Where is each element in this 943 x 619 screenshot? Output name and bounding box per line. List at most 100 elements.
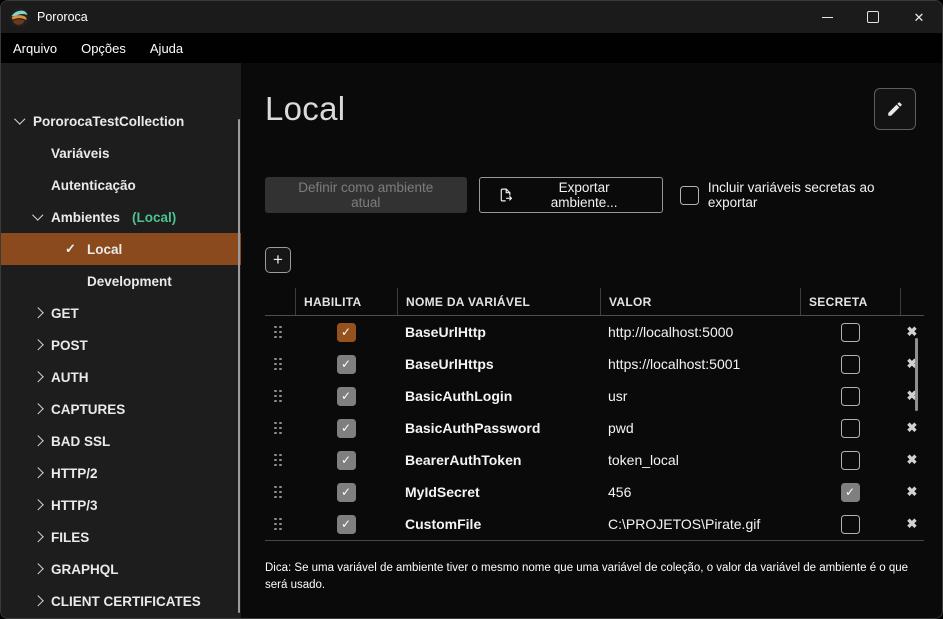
delete-cell: ✖ — [900, 452, 924, 468]
menu-opcoes[interactable]: Opções — [69, 41, 138, 56]
variables-table-header: HABILITA NOME DA VARIÁVEL VALOR SECRETA — [265, 288, 924, 316]
sidebar-tree-item[interactable]: FILES — [1, 521, 241, 553]
sidebar-tree-item[interactable]: CLIENT CERTIFICATES — [1, 585, 241, 617]
drag-handle-icon[interactable] — [274, 358, 282, 371]
maximize-button[interactable] — [850, 1, 896, 33]
variable-name[interactable]: CustomFile — [397, 516, 600, 532]
sidebar-tree-item[interactable]: POST — [1, 329, 241, 361]
sidebar-tree-item[interactable]: Development — [1, 265, 241, 297]
table-scrollbar[interactable] — [915, 338, 918, 411]
sidebar-tree: PororocaTestCollection Variáveis Autenti… — [1, 105, 241, 617]
sidebar-tree-item[interactable]: CAPTURES — [1, 393, 241, 425]
sidebar-tree-item[interactable]: HTTP/2 — [1, 457, 241, 489]
delete-row-button[interactable]: ✖ — [907, 452, 918, 468]
variable-name[interactable]: BaseUrlHttps — [397, 356, 600, 372]
include-secrets-checkbox[interactable] — [680, 186, 699, 205]
variable-value[interactable]: token_local — [600, 452, 800, 468]
col-header-valor: VALOR — [600, 288, 800, 315]
drag-handle-icon[interactable] — [274, 486, 282, 499]
drag-handle-icon[interactable] — [274, 518, 282, 531]
delete-cell: ✖ — [900, 388, 924, 404]
sidebar-tree-item[interactable]: AUTH — [1, 361, 241, 393]
tree-item-label: Development — [87, 274, 172, 289]
delete-cell: ✖ — [900, 324, 924, 340]
drag-handle-icon[interactable] — [274, 422, 282, 435]
tree-item-label: Variáveis — [51, 146, 110, 161]
chevron-right-icon — [31, 402, 47, 416]
enabled-checkbox[interactable]: ✓ — [337, 515, 356, 534]
variable-name[interactable]: MyIdSecret — [397, 484, 600, 500]
tree-item-label: PororocaTestCollection — [33, 114, 184, 129]
include-secrets-group: Incluir variáveis secretas ao exportar — [680, 180, 924, 210]
rename-environment-button[interactable] — [874, 88, 916, 130]
chevron-down-icon — [31, 210, 47, 224]
enabled-checkbox[interactable]: ✓ — [337, 323, 356, 342]
sidebar-tree-item[interactable]: HTTP/3 — [1, 489, 241, 521]
secret-checkbox[interactable]: ✓ — [841, 483, 860, 502]
tree-item-label: CAPTURES — [51, 402, 125, 417]
chevron-down-icon — [13, 114, 29, 128]
secret-checkbox[interactable] — [841, 419, 860, 438]
export-environment-button[interactable]: Exportar ambiente... — [479, 177, 663, 213]
secret-checkbox[interactable] — [841, 387, 860, 406]
secret-cell — [800, 323, 900, 342]
delete-row-button[interactable]: ✖ — [907, 484, 918, 500]
enabled-checkbox[interactable]: ✓ — [337, 387, 356, 406]
delete-row-button[interactable]: ✖ — [907, 516, 918, 532]
tree-item-label: CLIENT CERTIFICATES — [51, 594, 201, 609]
delete-row-button[interactable]: ✖ — [907, 420, 918, 436]
secret-checkbox[interactable] — [841, 451, 860, 470]
variable-name[interactable]: BasicAuthLogin — [397, 388, 600, 404]
drag-handle-icon[interactable] — [274, 390, 282, 403]
drag-cell — [265, 518, 295, 531]
sidebar-tree-item[interactable]: Autenticação — [1, 169, 241, 201]
chevron-right-icon — [31, 370, 47, 384]
tree-item-label: GRAPHQL — [51, 562, 119, 577]
minimize-icon — [822, 17, 833, 18]
sidebar-tree-item[interactable]: BAD SSL — [1, 425, 241, 457]
enabled-checkbox[interactable]: ✓ — [337, 483, 356, 502]
secret-checkbox[interactable] — [841, 355, 860, 374]
sidebar-tree-item[interactable]: ✓ Local — [1, 233, 241, 265]
set-current-environment-button[interactable]: Definir como ambiente atual — [265, 177, 467, 213]
chevron-right-icon — [31, 306, 47, 320]
enabled-checkbox[interactable]: ✓ — [337, 419, 356, 438]
enabled-checkbox[interactable]: ✓ — [337, 355, 356, 374]
variable-value[interactable]: https://localhost:5001 — [600, 356, 800, 372]
drag-handle-icon[interactable] — [274, 326, 282, 339]
minimize-button[interactable] — [804, 1, 850, 33]
sidebar-tree-item[interactable]: Variáveis — [1, 137, 241, 169]
sidebar-tree-item[interactable]: GRAPHQL — [1, 553, 241, 585]
enabled-checkbox[interactable]: ✓ — [337, 451, 356, 470]
menu-ajuda[interactable]: Ajuda — [138, 41, 195, 56]
sidebar-tree-item[interactable]: PororocaTestCollection — [1, 105, 241, 137]
add-variable-button[interactable]: + — [265, 247, 291, 273]
close-button[interactable]: ✕ — [896, 1, 942, 33]
variable-name[interactable]: BearerAuthToken — [397, 452, 600, 468]
sidebar-scrollbar[interactable] — [238, 119, 241, 613]
variable-value[interactable]: 456 — [600, 484, 800, 500]
variable-name[interactable]: BasicAuthPassword — [397, 420, 600, 436]
variable-value[interactable]: C:\PROJETOS\Pirate.gif — [600, 516, 800, 532]
variable-value[interactable]: usr — [600, 388, 800, 404]
content: PororocaTestCollection Variáveis Autenti… — [1, 63, 942, 618]
chevron-right-icon — [31, 338, 47, 352]
enabled-cell: ✓ — [295, 483, 397, 502]
table-row: ✓ MyIdSecret 456 ✓ ✖ — [265, 476, 924, 508]
sidebar-tree-item[interactable]: Ambientes (Local) — [1, 201, 241, 233]
drag-handle-icon[interactable] — [274, 454, 282, 467]
secret-checkbox[interactable] — [841, 323, 860, 342]
secret-checkbox[interactable] — [841, 515, 860, 534]
tree-item-label: BAD SSL — [51, 434, 110, 449]
variable-value[interactable]: http://localhost:5000 — [600, 324, 800, 340]
tree-item-label: GET — [51, 306, 79, 321]
tree-item-label: HTTP/2 — [51, 466, 98, 481]
sidebar-tree-item[interactable]: GET — [1, 297, 241, 329]
tree-item-label: Ambientes — [51, 210, 120, 225]
menu-arquivo[interactable]: Arquivo — [1, 41, 69, 56]
delete-column-header — [900, 288, 924, 315]
variable-name[interactable]: BaseUrlHttp — [397, 324, 600, 340]
file-export-icon — [498, 187, 514, 203]
variable-value[interactable]: pwd — [600, 420, 800, 436]
enabled-cell: ✓ — [295, 355, 397, 374]
